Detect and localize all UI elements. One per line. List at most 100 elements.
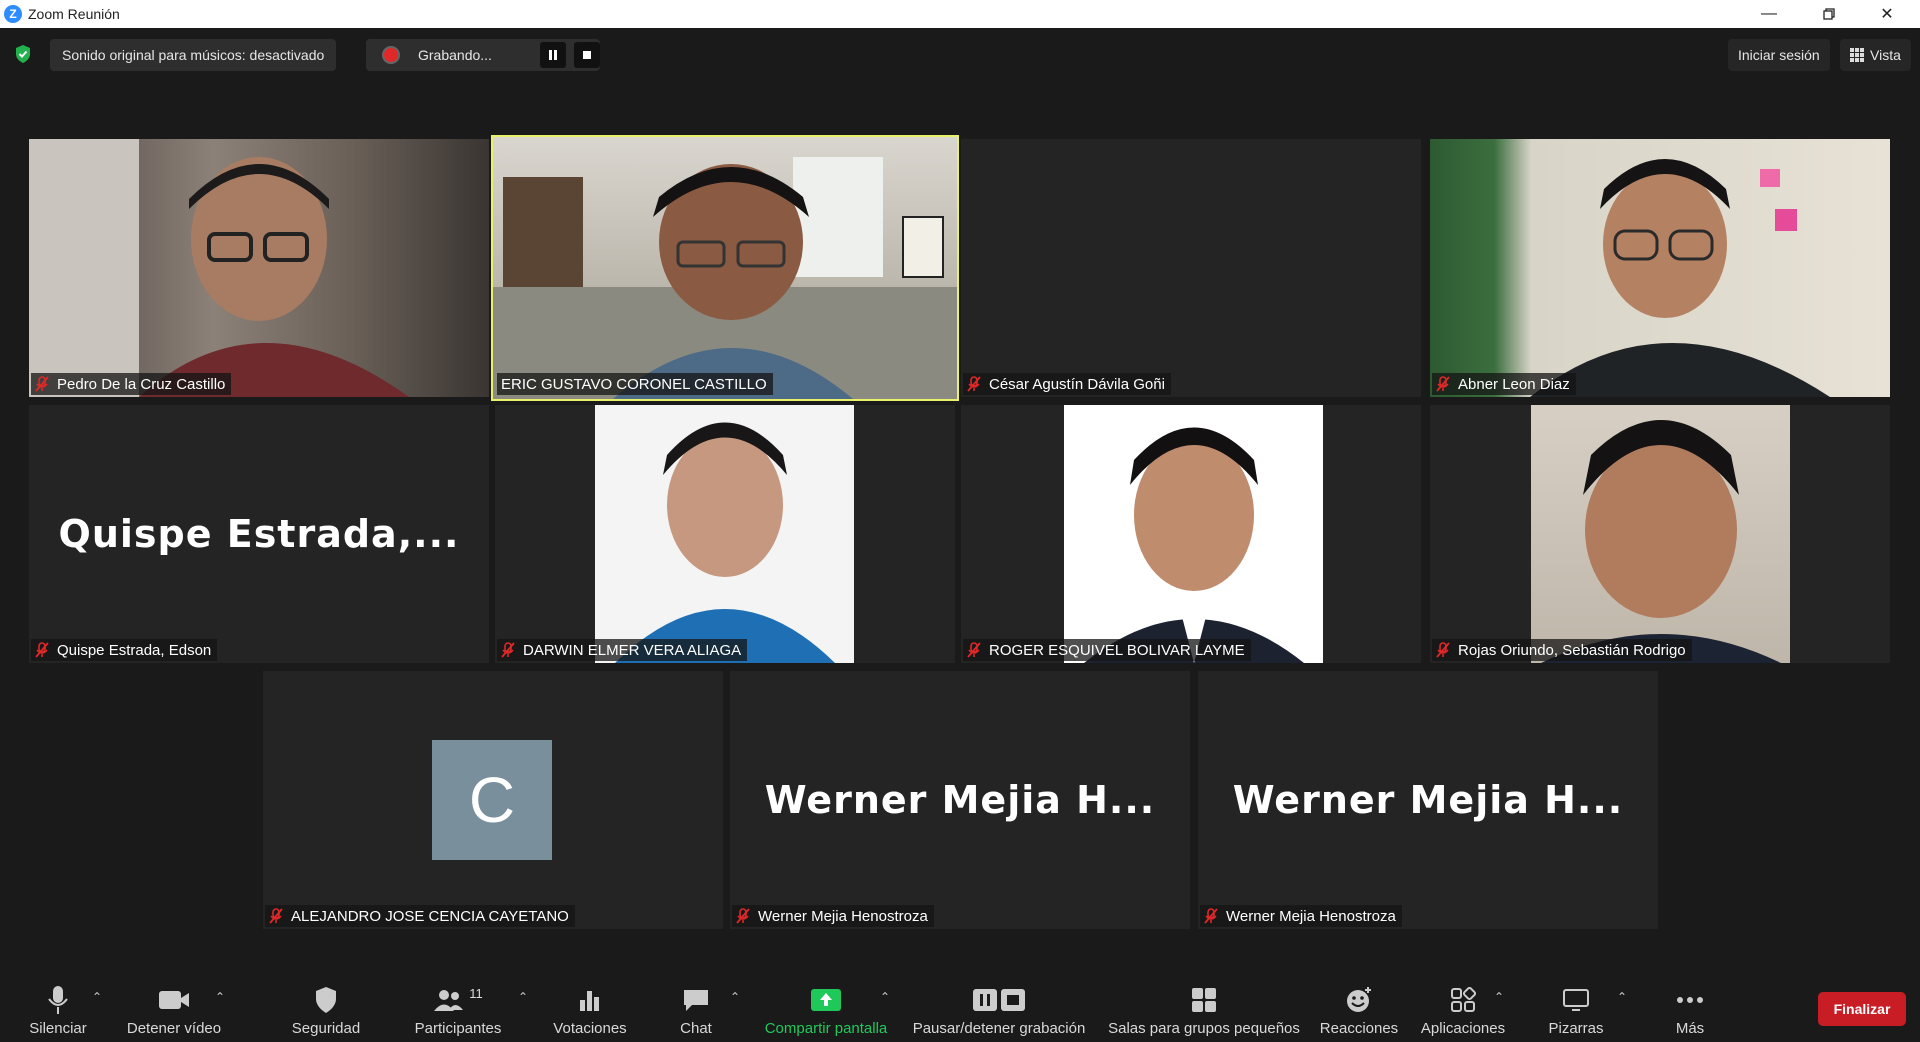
participant-tile[interactable]: César Agustín Dávila Goñi: [961, 139, 1421, 397]
participant-video: [1531, 405, 1790, 663]
participants-options-chevron-icon[interactable]: ⌃: [518, 990, 528, 1004]
participant-tile[interactable]: Quispe Estrada,... Quispe Estrada, Edson: [29, 405, 489, 663]
meeting-controls-toolbar: Silenciar ⌃ Detener vídeo ⌃ Seguridad 11…: [0, 970, 1920, 1042]
participant-face-icon: [1530, 159, 1830, 397]
share-options-chevron-icon[interactable]: ⌃: [880, 990, 890, 1004]
participant-face-icon: [1541, 420, 1781, 663]
stop-video-button[interactable]: Detener vídeo: [118, 970, 230, 1042]
video-options-chevron-icon[interactable]: ⌃: [215, 990, 225, 1004]
smiley-reaction-icon: [1347, 987, 1371, 1012]
participant-tile[interactable]: Werner Mejia H... Werner Mejia Henostroz…: [730, 671, 1190, 929]
participant-tile-active-speaker[interactable]: ERIC GUSTAVO CORONEL CASTILLO: [491, 135, 959, 401]
stop-recording-button[interactable]: [574, 42, 600, 68]
participants-button[interactable]: 11 Participantes: [408, 970, 508, 1042]
close-window-button[interactable]: ✕: [1858, 0, 1916, 28]
share-screen-button[interactable]: Compartir pantalla: [758, 970, 894, 1042]
security-button[interactable]: Seguridad: [286, 970, 366, 1042]
apps-button[interactable]: Aplicaciones: [1418, 970, 1508, 1042]
participant-tile[interactable]: DARWIN ELMER VERA ALIAGA: [495, 405, 955, 663]
participant-name: César Agustín Dávila Goñi: [989, 375, 1165, 393]
participant-tile[interactable]: ROGER ESQUIVEL BOLIVAR LAYME: [961, 405, 1421, 663]
participant-tile[interactable]: Abner Leon Diaz: [1430, 139, 1890, 397]
participant-name: Werner Mejia Henostroza: [758, 907, 928, 925]
security-label: Seguridad: [291, 1020, 361, 1037]
original-sound-label: Sonido original para músicos: desactivad…: [62, 47, 325, 63]
view-button[interactable]: Vista: [1840, 39, 1911, 71]
pause-recording-button[interactable]: [540, 42, 566, 68]
minimize-button[interactable]: —: [1740, 0, 1798, 28]
participant-name: Pedro De la Cruz Castillo: [57, 375, 226, 393]
apps-label: Aplicaciones: [1420, 1020, 1506, 1037]
participant-name-tag: ALEJANDRO JOSE CENCIA CAYETANO: [265, 905, 575, 927]
recording-label: Grabando...: [418, 47, 492, 63]
muted-mic-icon: [35, 376, 49, 392]
participant-video: [1064, 405, 1323, 663]
participant-face-icon: [29, 139, 409, 397]
participant-display-name: Werner Mejia H...: [1232, 778, 1624, 822]
end-meeting-button[interactable]: Finalizar: [1818, 992, 1906, 1026]
muted-mic-icon: [1204, 908, 1218, 924]
muted-mic-icon: [501, 642, 515, 658]
whiteboards-button[interactable]: Pizarras: [1540, 970, 1612, 1042]
pause-stop-recording-button[interactable]: Pausar/detener grabación: [904, 970, 1094, 1042]
share-screen-icon: [811, 989, 841, 1011]
participant-tile[interactable]: Pedro De la Cruz Castillo: [29, 139, 489, 397]
participant-face-icon: [1084, 427, 1304, 663]
reactions-button[interactable]: Reacciones: [1318, 970, 1400, 1042]
whiteboard-icon: [1563, 989, 1589, 1011]
participants-count: 11: [469, 985, 483, 1001]
participant-name-tag: Werner Mejia Henostroza: [1200, 905, 1402, 927]
participant-name-tag: Abner Leon Diaz: [1432, 373, 1576, 395]
original-sound-toggle[interactable]: Sonido original para músicos: desactivad…: [50, 39, 337, 71]
chat-options-chevron-icon[interactable]: ⌃: [730, 990, 740, 1004]
whiteboards-options-chevron-icon[interactable]: ⌃: [1617, 990, 1627, 1004]
participant-name: ERIC GUSTAVO CORONEL CASTILLO: [501, 375, 767, 393]
breakout-rooms-label: Salas para grupos pequeños: [1108, 1020, 1300, 1037]
participant-video: [493, 137, 957, 399]
breakout-rooms-button[interactable]: Salas para grupos pequeños: [1104, 970, 1304, 1042]
participant-tile[interactable]: Werner Mejia H... Werner Mejia Henostroz…: [1198, 671, 1658, 929]
participant-name-tag: ROGER ESQUIVEL BOLIVAR LAYME: [963, 639, 1251, 661]
participant-name: DARWIN ELMER VERA ALIAGA: [523, 641, 742, 659]
more-button[interactable]: Más: [1662, 970, 1718, 1042]
grid-view-icon: [1850, 48, 1864, 62]
polls-button[interactable]: Votaciones: [545, 970, 635, 1042]
more-dots-icon: [1677, 997, 1703, 1003]
participant-name-tag: Pedro De la Cruz Castillo: [31, 373, 232, 395]
participant-display-name: Quispe Estrada,...: [58, 512, 460, 556]
window-title: Zoom Reunión: [28, 6, 120, 22]
breakout-rooms-icon: [1192, 988, 1216, 1012]
mute-button[interactable]: Silenciar: [22, 970, 94, 1042]
participant-tile[interactable]: Rojas Oriundo, Sebastián Rodrigo: [1430, 405, 1890, 663]
zoom-logo-icon: Z: [4, 5, 22, 23]
participant-avatar: C: [432, 740, 552, 860]
muted-mic-icon: [269, 908, 283, 924]
encryption-shield-icon[interactable]: [14, 44, 32, 64]
chat-bubble-icon: [684, 990, 708, 1011]
participant-name-tag: Rojas Oriundo, Sebastián Rodrigo: [1432, 639, 1692, 661]
participant-name-tag: DARWIN ELMER VERA ALIAGA: [497, 639, 748, 661]
apps-icon: [1451, 987, 1476, 1012]
participants-icon: [434, 990, 464, 1011]
participant-tile[interactable]: C ALEJANDRO JOSE CENCIA CAYETANO: [263, 671, 723, 929]
participants-label: Participantes: [414, 1020, 502, 1037]
participant-name: Quispe Estrada, Edson: [57, 641, 212, 659]
participant-face-icon: [493, 157, 957, 399]
pause-stop-recording-icon: [973, 989, 1025, 1011]
recording-dot-icon: [382, 46, 400, 64]
pause-recording-label: Pausar/detener grabación: [912, 1020, 1086, 1037]
apps-options-chevron-icon[interactable]: ⌃: [1494, 990, 1504, 1004]
restore-button[interactable]: [1800, 0, 1858, 28]
shield-icon: [316, 987, 336, 1013]
sign-in-label: Iniciar sesión: [1738, 47, 1820, 63]
microphone-icon: [48, 986, 68, 1014]
stop-icon: [583, 51, 591, 59]
chat-button[interactable]: Chat: [670, 970, 722, 1042]
participant-name-tag: Werner Mejia Henostroza: [732, 905, 934, 927]
audio-options-chevron-icon[interactable]: ⌃: [92, 990, 102, 1004]
pause-icon: [549, 50, 557, 60]
muted-mic-icon: [736, 908, 750, 924]
sign-in-button[interactable]: Iniciar sesión: [1728, 39, 1830, 71]
share-screen-label: Compartir pantalla: [764, 1020, 888, 1037]
video-camera-icon: [159, 991, 189, 1009]
